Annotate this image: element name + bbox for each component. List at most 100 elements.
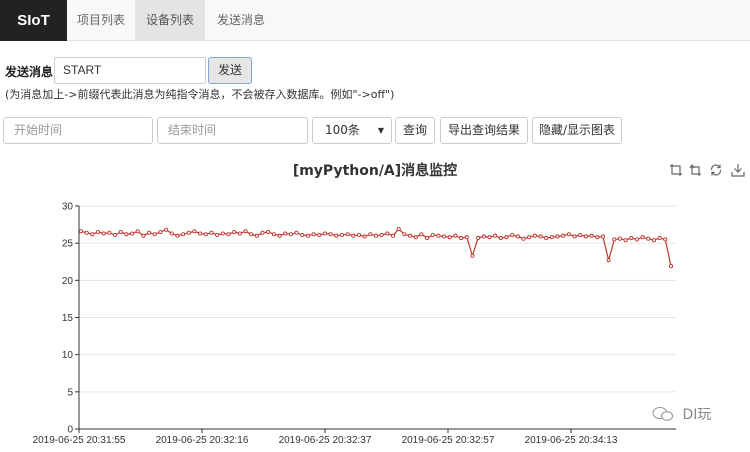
- data-point: [476, 235, 481, 241]
- data-point: [396, 226, 401, 232]
- data-point: [419, 232, 424, 237]
- data-point: [544, 235, 549, 241]
- data-point: [538, 234, 543, 239]
- data-point: [373, 233, 379, 238]
- data-point: [453, 233, 458, 238]
- data-point: [402, 232, 407, 237]
- toggle-chart-button[interactable]: 隐藏/显示图表: [532, 117, 622, 144]
- data-point: [300, 232, 305, 238]
- wechat-icon: [652, 406, 678, 423]
- data-point: [436, 233, 441, 238]
- zoom-reset-icon[interactable]: [689, 163, 703, 177]
- data-point: [566, 232, 571, 237]
- data-point: [141, 233, 146, 238]
- data-point: [583, 234, 588, 239]
- data-point: [107, 230, 112, 235]
- brand-logo[interactable]: SIoT: [0, 0, 67, 41]
- count-select[interactable]: 100条 ▼: [312, 117, 392, 144]
- data-point: [527, 235, 532, 240]
- data-point: [84, 230, 89, 235]
- data-point: [215, 232, 220, 238]
- data-point: [498, 235, 503, 241]
- send-message-label: 发送消息: [5, 65, 54, 79]
- data-point: [606, 258, 611, 263]
- caret-down-icon: ▼: [377, 126, 384, 135]
- data-point: [356, 232, 362, 238]
- data-point: [243, 229, 248, 234]
- navbar: SIoT 项目列表 设备列表 发送消息: [0, 0, 750, 41]
- data-point: [459, 235, 464, 241]
- query-button[interactable]: 查询: [395, 117, 435, 144]
- send-button[interactable]: 发送: [208, 57, 252, 84]
- data-point: [124, 232, 129, 237]
- data-point: [277, 233, 282, 238]
- y-tick-label: 15: [62, 313, 74, 324]
- data-point: [175, 233, 180, 238]
- export-results-button[interactable]: 导出查询结果: [440, 117, 528, 144]
- y-tick-label: 5: [67, 387, 73, 398]
- x-tick-label: 2019-06-25 20:32:37: [279, 435, 372, 446]
- data-point: [442, 234, 447, 239]
- data-point: [237, 231, 242, 236]
- data-point: [430, 232, 435, 238]
- tab-project-list[interactable]: 项目列表: [67, 0, 135, 41]
- x-axis: 2019-06-25 20:31:55 2019-06-25 20:32:16 20…: [33, 206, 676, 446]
- data-point: [192, 229, 197, 234]
- data-point: [147, 230, 152, 235]
- watermark: DI玩: [652, 404, 711, 424]
- data-point: [668, 264, 674, 269]
- y-tick-label: 30: [62, 202, 74, 213]
- data-point: [226, 232, 231, 237]
- data-point: [112, 232, 118, 238]
- message-input[interactable]: START: [54, 57, 206, 84]
- download-icon[interactable]: [731, 163, 745, 177]
- data-point: [532, 233, 537, 238]
- y-tick-label: 25: [62, 239, 74, 250]
- data-point: [464, 235, 469, 240]
- data-point: [283, 231, 288, 236]
- y-tick-label: 20: [62, 276, 74, 287]
- data-point: [317, 232, 322, 238]
- data-point: [425, 235, 430, 241]
- data-point: [328, 232, 333, 237]
- tab-device-list[interactable]: 设备列表: [135, 0, 205, 41]
- chart-grid: [79, 205, 676, 430]
- x-tick-label: 2019-06-25 20:31:55: [33, 435, 126, 446]
- data-point: [612, 237, 617, 242]
- data-point: [345, 232, 350, 237]
- send-hint-text: (为消息加上->前缀代表此消息为纯指令消息，不会被存入数据库。例如"->off"…: [5, 88, 395, 101]
- data-point: [578, 232, 583, 238]
- data-point: [351, 233, 356, 238]
- data-point: [288, 232, 293, 237]
- data-point: [249, 232, 254, 237]
- data-point: [385, 231, 390, 236]
- start-time-input[interactable]: 开始时间: [3, 117, 153, 144]
- data-point: [260, 230, 265, 235]
- data-point: [169, 231, 174, 236]
- data-point: [521, 236, 526, 241]
- data-point: [198, 231, 203, 236]
- data-point: [413, 235, 418, 240]
- x-tick-label: 2019-06-25 20:32:57: [402, 435, 495, 446]
- series-points: [78, 226, 674, 269]
- data-point: [493, 233, 498, 238]
- data-point: [186, 230, 191, 235]
- zoom-icon[interactable]: [669, 163, 683, 177]
- x-tick-label: 2019-06-25 20:34:13: [525, 435, 618, 446]
- tab-send-message[interactable]: 发送消息: [205, 0, 277, 41]
- restore-icon[interactable]: [709, 163, 723, 177]
- end-time-input[interactable]: 结束时间: [157, 117, 308, 144]
- data-point: [646, 236, 651, 241]
- y-tick-label: 0: [67, 425, 73, 436]
- data-point: [617, 236, 622, 241]
- data-point: [339, 232, 345, 238]
- data-point: [555, 234, 560, 239]
- data-point: [271, 232, 276, 237]
- data-point: [572, 234, 577, 239]
- data-point: [135, 229, 140, 234]
- y-axis-ticks: 0 5 10 15 20 25 30: [62, 202, 79, 436]
- data-point: [322, 231, 327, 236]
- data-point: [640, 235, 645, 240]
- data-point: [158, 229, 163, 235]
- data-point: [390, 233, 396, 238]
